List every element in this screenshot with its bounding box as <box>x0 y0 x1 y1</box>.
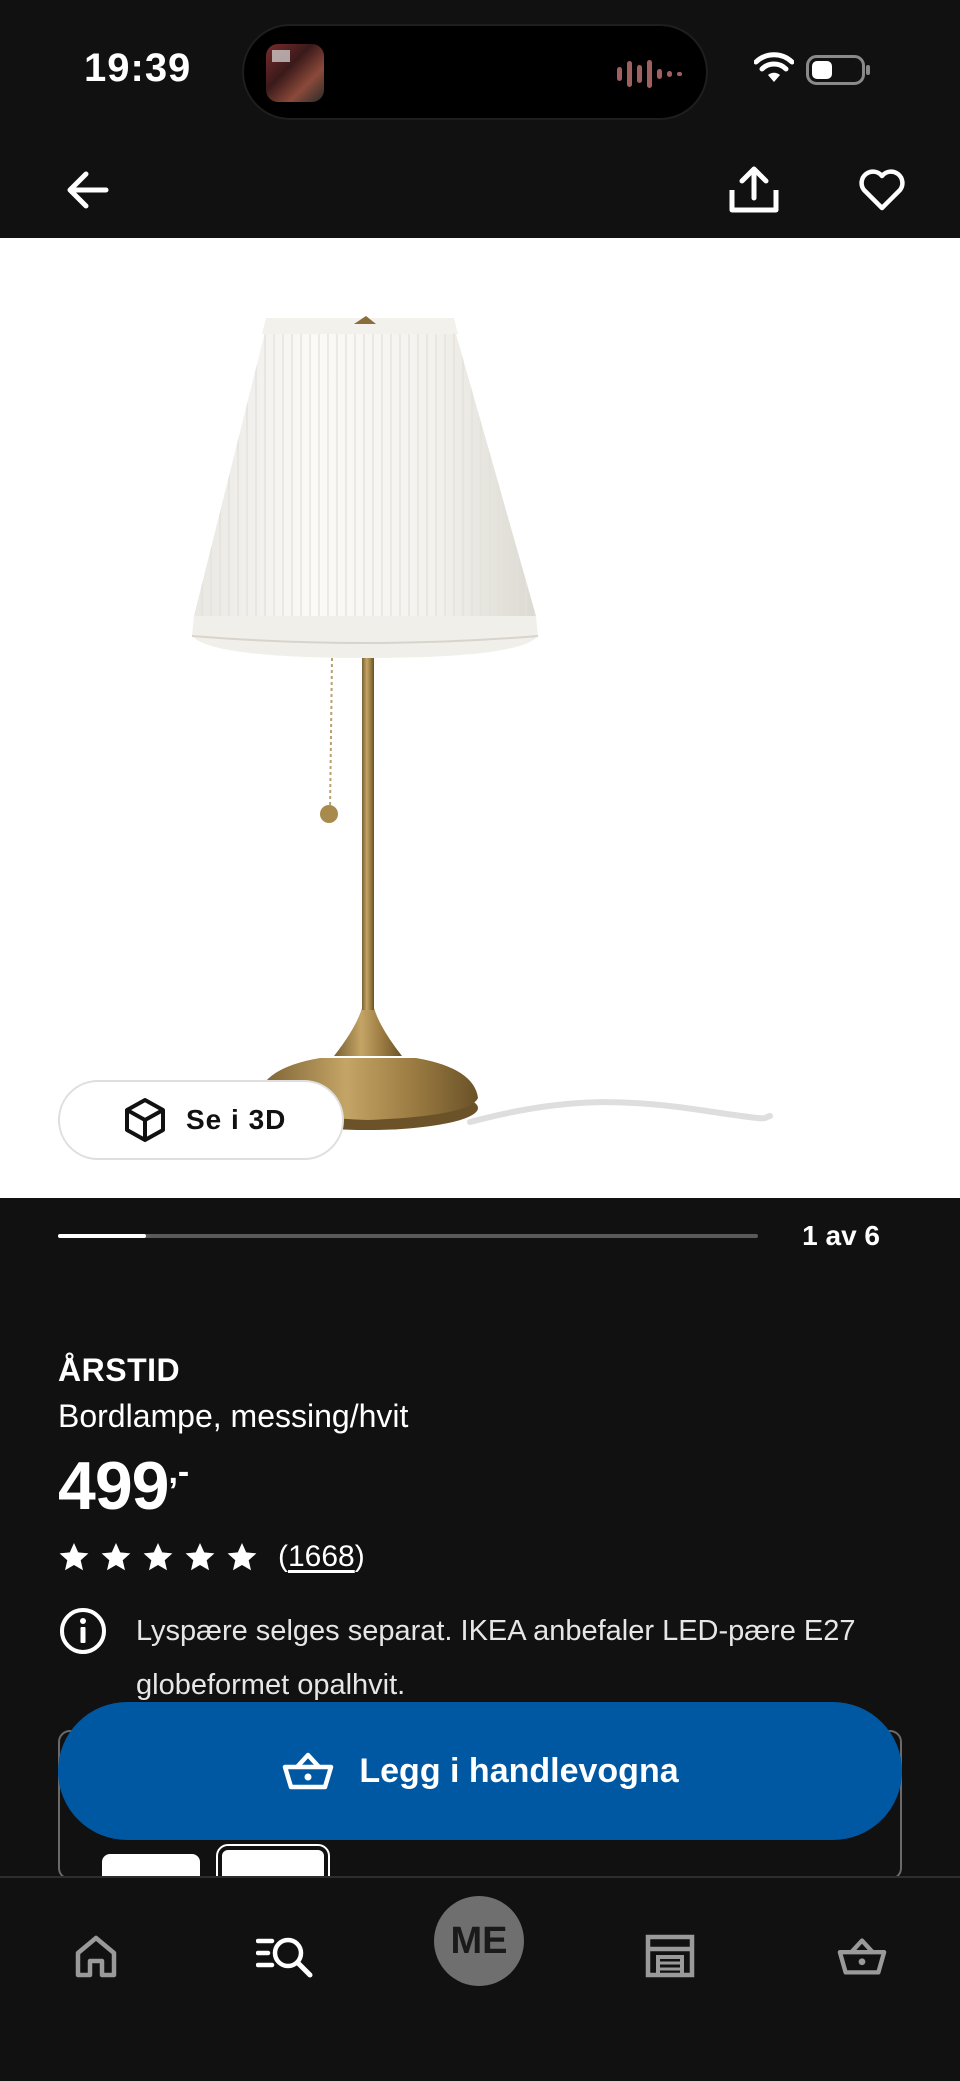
heart-icon <box>859 169 905 211</box>
product-rating[interactable]: (1668) <box>58 1540 365 1574</box>
gallery-progress-track <box>58 1234 758 1238</box>
product-name: ÅRSTID <box>58 1352 181 1388</box>
price-integer: 499 <box>58 1448 169 1524</box>
basket-icon <box>283 1752 334 1790</box>
tab-home[interactable] <box>56 1916 136 1996</box>
view-3d-label: Se i 3D <box>186 1104 287 1135</box>
price-decimal: ,- <box>168 1453 190 1491</box>
gallery-progress-fill <box>58 1234 146 1238</box>
status-time: 19:39 <box>84 46 192 90</box>
review-count-link[interactable]: (1668) <box>278 1540 365 1574</box>
product-description: Bordlampe, messing/hvit <box>58 1398 409 1434</box>
search-icon <box>256 1937 313 1978</box>
star-icon <box>185 1543 215 1571</box>
now-playing-artwork <box>266 44 324 102</box>
star-icon <box>227 1543 257 1571</box>
cart-icon <box>837 1938 887 1975</box>
star-icon <box>143 1543 173 1571</box>
home-icon <box>75 1935 117 1978</box>
store-icon <box>645 1934 695 1978</box>
add-to-cart-button[interactable]: Legg i handlevogna <box>58 1702 902 1840</box>
status-bar: 19:39 <box>0 0 960 140</box>
top-navigation <box>0 140 960 238</box>
battery-icon <box>806 55 870 85</box>
add-to-cart-label: Legg i handlevogna <box>359 1751 679 1790</box>
favourite-button[interactable] <box>850 158 914 222</box>
star-icon <box>101 1543 131 1571</box>
star-icon <box>59 1543 89 1571</box>
tab-profile-avatar[interactable]: ME <box>434 1896 524 1986</box>
dynamic-island[interactable] <box>242 24 708 120</box>
product-image-gallery[interactable]: Se i 3D <box>0 238 960 1198</box>
cube-3d-icon <box>125 1098 165 1142</box>
profile-initials: ME <box>450 1919 508 1962</box>
tab-search[interactable] <box>246 1916 326 1996</box>
back-button[interactable] <box>56 158 120 222</box>
bulb-info-text: Lyspære selges separat. IKEA anbefaler L… <box>136 1615 856 1701</box>
share-icon <box>729 166 779 213</box>
view-3d-button[interactable]: Se i 3D <box>58 1080 344 1160</box>
bottom-tab-bar: ME <box>0 1876 960 2081</box>
wifi-icon <box>754 52 794 82</box>
product-price: 499 ,- <box>58 1448 189 1524</box>
info-icon <box>60 1608 106 1654</box>
share-button[interactable] <box>722 158 786 222</box>
product-image-lamp <box>191 316 773 1130</box>
tab-stores[interactable] <box>630 1916 710 1996</box>
review-count: 1668 <box>288 1540 355 1573</box>
gallery-counter: 1 av 6 <box>802 1220 880 1251</box>
back-arrow-icon <box>67 171 109 209</box>
tab-cart[interactable] <box>822 1916 902 1996</box>
bulb-info-notice: Lyspære selges separat. IKEA anbefaler L… <box>58 1604 908 1712</box>
audio-waveform-icon <box>617 60 682 88</box>
